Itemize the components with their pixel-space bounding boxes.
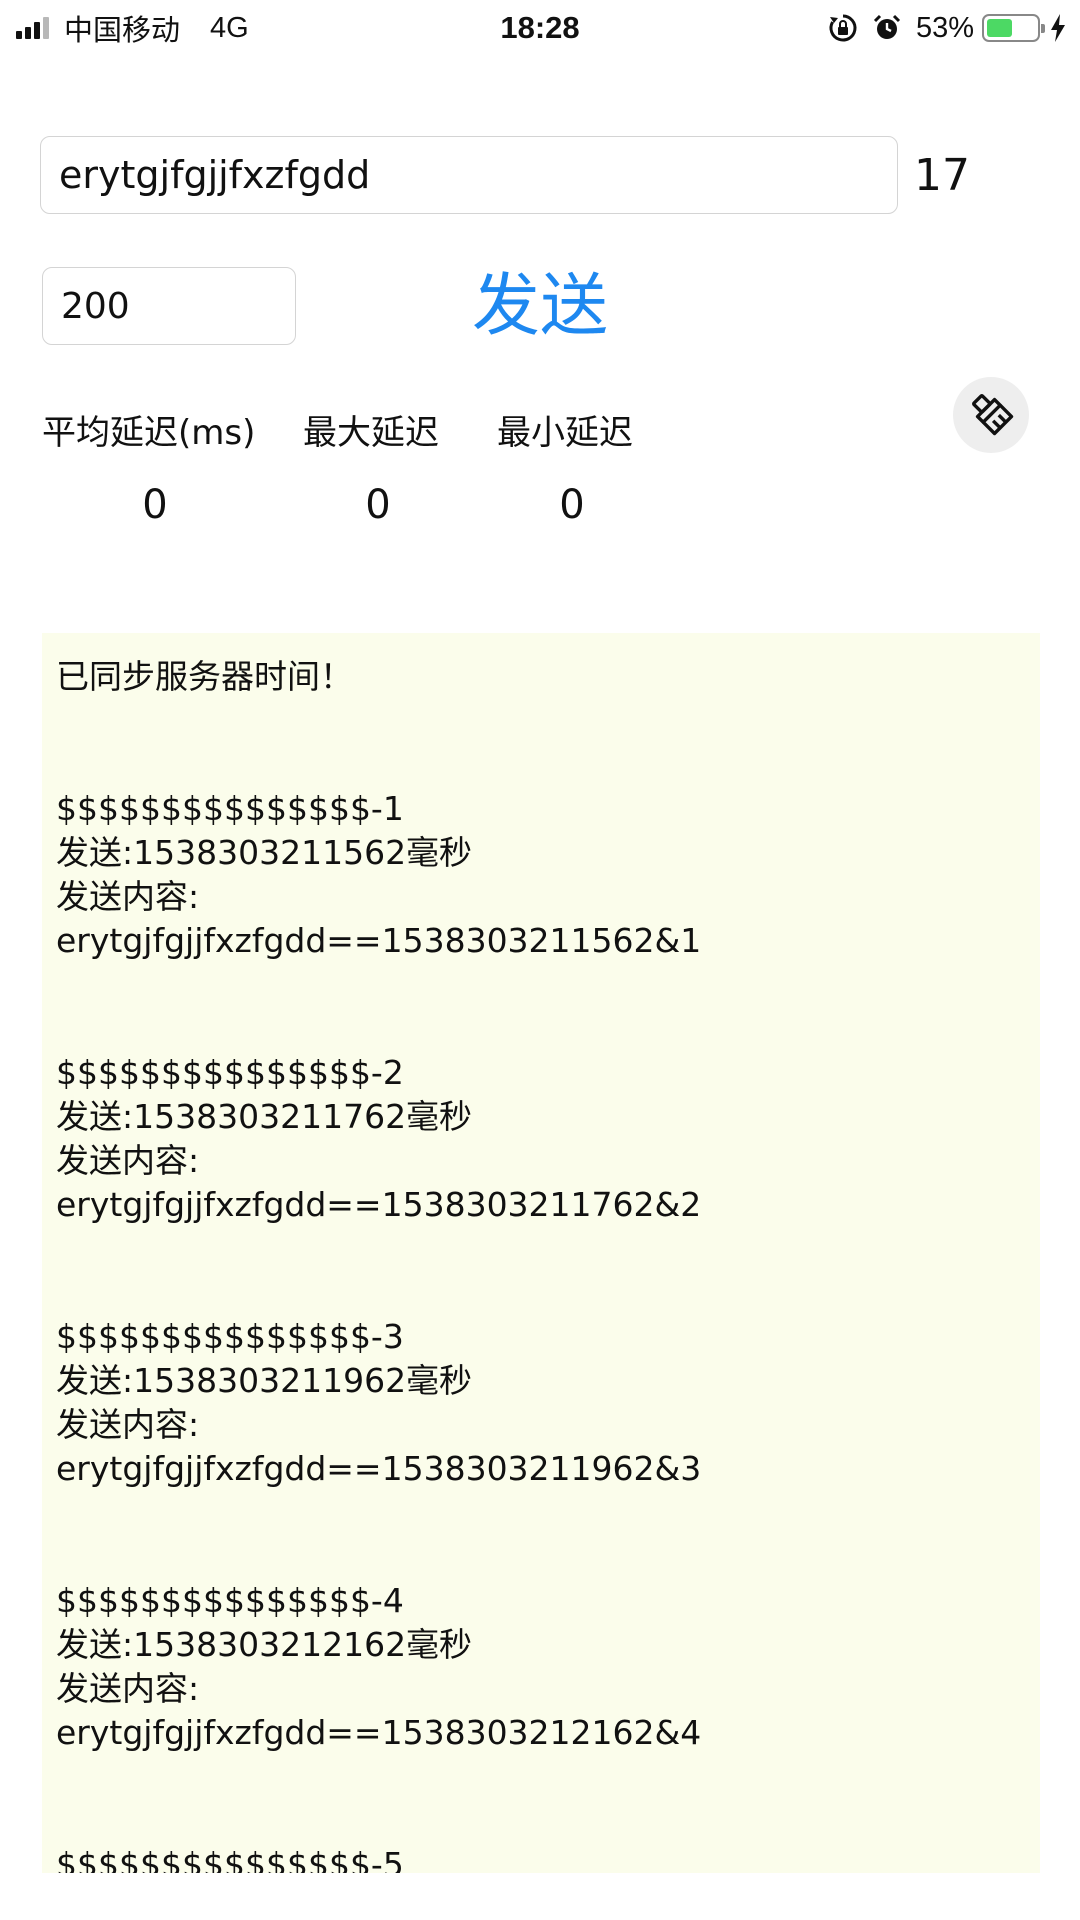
rotation-lock-icon	[828, 13, 858, 43]
message-input[interactable]	[40, 136, 898, 214]
clear-log-button[interactable]	[953, 377, 1029, 453]
log-line: erytgjfgjjfxzfgdd==1538303211762&2	[56, 1185, 702, 1224]
log-line: $$$$$$$$$$$$$$$-1	[56, 789, 404, 828]
log-line: 发送内容:	[56, 1141, 200, 1180]
log-line: 发送:1538303211562毫秒	[56, 833, 473, 872]
avg-delay-label: 平均延迟(ms)	[42, 413, 256, 453]
alarm-icon	[872, 13, 902, 43]
log-line: 发送内容:	[56, 1669, 200, 1708]
log-content: 已同步服务器时间！ $$$$$$$$$$$$$$$-1 发送:15383032115…	[42, 633, 1040, 1873]
charging-icon	[1050, 14, 1066, 42]
log-panel[interactable]: 已同步服务器时间！ $$$$$$$$$$$$$$$-1 发送:15383032115…	[42, 633, 1040, 1873]
brush-icon	[968, 390, 1014, 440]
log-line: 已同步服务器时间！	[56, 657, 353, 696]
log-line: erytgjfgjjfxzfgdd==1538303211562&1	[56, 921, 702, 960]
log-line: $$$$$$$$$$$$$$$-4	[56, 1581, 404, 1620]
avg-delay-value: 0	[142, 482, 168, 528]
battery-level	[987, 19, 1012, 37]
log-line: erytgjfgjjfxzfgdd==1538303211962&3	[56, 1449, 702, 1488]
log-line: $$$$$$$$$$$$$$$-5	[56, 1845, 404, 1873]
min-delay-label: 最小延迟	[497, 413, 633, 453]
char-count: 17	[914, 150, 970, 201]
log-line: 发送:1538303212162毫秒	[56, 1625, 473, 1664]
log-line: 发送:1538303211962毫秒	[56, 1361, 473, 1400]
interval-input[interactable]	[42, 267, 296, 345]
min-delay-value: 0	[559, 482, 585, 528]
status-right: 53%	[828, 8, 1066, 48]
log-line: $$$$$$$$$$$$$$$-3	[56, 1317, 404, 1356]
send-button[interactable]: 发送	[440, 262, 640, 352]
log-line: $$$$$$$$$$$$$$$-2	[56, 1053, 404, 1092]
log-line: 发送:1538303211762毫秒	[56, 1097, 473, 1136]
battery-icon	[982, 14, 1045, 42]
log-line: erytgjfgjjfxzfgdd==1538303212162&4	[56, 1713, 702, 1752]
max-delay-label: 最大延迟	[303, 413, 439, 453]
status-bar: 中国移动 4G 18:28 53%	[0, 0, 1080, 52]
log-line: 发送内容:	[56, 877, 200, 916]
battery-percent: 53%	[915, 11, 974, 44]
log-line: 发送内容:	[56, 1405, 200, 1444]
max-delay-value: 0	[365, 482, 391, 528]
